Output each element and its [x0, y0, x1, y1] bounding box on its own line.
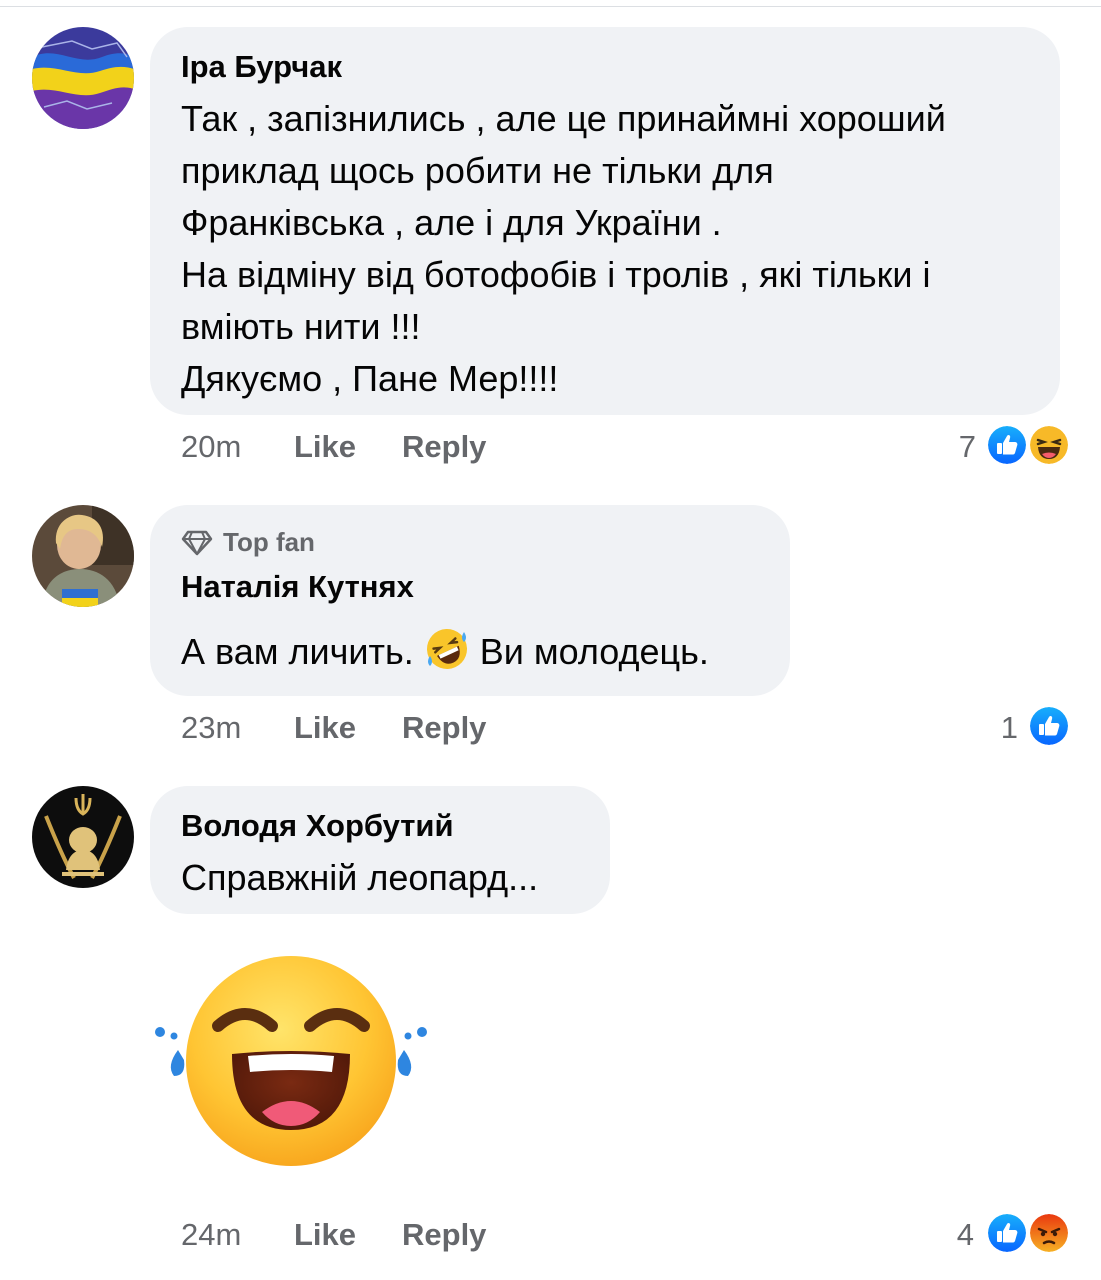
reaction-count[interactable]: 7: [940, 429, 976, 465]
reply-button[interactable]: Reply: [402, 1217, 486, 1253]
like-icon: [1027, 704, 1071, 748]
comment-text-line: Франківська , але і для України .: [181, 202, 722, 243]
comment-author[interactable]: Наталія Кутнях: [181, 569, 414, 605]
reaction-count[interactable]: 4: [938, 1217, 974, 1253]
comment-text-part: Ви молодець.: [479, 631, 709, 672]
comment-author[interactable]: Іра Бурчак: [181, 49, 342, 85]
comment-text: Справжній леопард...: [181, 857, 539, 898]
comment-time[interactable]: 23m: [181, 710, 241, 746]
top-fan-badge[interactable]: Top fan: [181, 527, 315, 558]
comment-bubble: Іра Бурчак Так , запізнились , але це пр…: [150, 27, 1060, 415]
comment-text-line: приклад щось робити не тільки для: [181, 150, 774, 191]
haha-icon: [1027, 423, 1071, 467]
comment-time[interactable]: 20m: [181, 429, 241, 465]
avatar-volodya[interactable]: [32, 786, 134, 888]
like-button[interactable]: Like: [294, 1217, 356, 1253]
diamond-icon: [181, 530, 213, 555]
laughing-tears-sticker[interactable]: [150, 950, 430, 1175]
comment-text-part: А вам личить.: [181, 631, 414, 672]
like-icon: [985, 1211, 1029, 1255]
like-button[interactable]: Like: [294, 710, 356, 746]
reaction-count[interactable]: 1: [982, 710, 1018, 746]
comment-bubble: Володя Хорбутий Справжній леопард...: [150, 786, 610, 914]
avatar-ira[interactable]: [32, 27, 134, 129]
top-fan-label: Top fan: [223, 527, 315, 557]
comment-text-line: На відміну від ботофобів і тролів , які …: [181, 254, 931, 295]
comment-text: А вам личить. Ви молодець.: [181, 626, 709, 678]
comment-time[interactable]: 24m: [181, 1217, 241, 1253]
rofl-emoji: [426, 629, 467, 669]
reply-button[interactable]: Reply: [402, 429, 486, 465]
angry-icon: [1027, 1211, 1071, 1255]
reply-button[interactable]: Reply: [402, 710, 486, 746]
comment-author[interactable]: Володя Хорбутий: [181, 808, 454, 844]
comment-text-line: Дякуємо , Пане Мер!!!!: [181, 358, 559, 399]
comment-text-line: Так , запізнились , але це принаймні хор…: [181, 98, 946, 139]
top-divider: [0, 6, 1101, 7]
like-button[interactable]: Like: [294, 429, 356, 465]
like-icon: [985, 423, 1029, 467]
comment-bubble: Top fan Наталія Кутнях А вам личить. Ви …: [150, 505, 790, 696]
avatar-natalia[interactable]: [32, 505, 134, 607]
comment-text-line: вміють нити !!!: [181, 306, 421, 347]
